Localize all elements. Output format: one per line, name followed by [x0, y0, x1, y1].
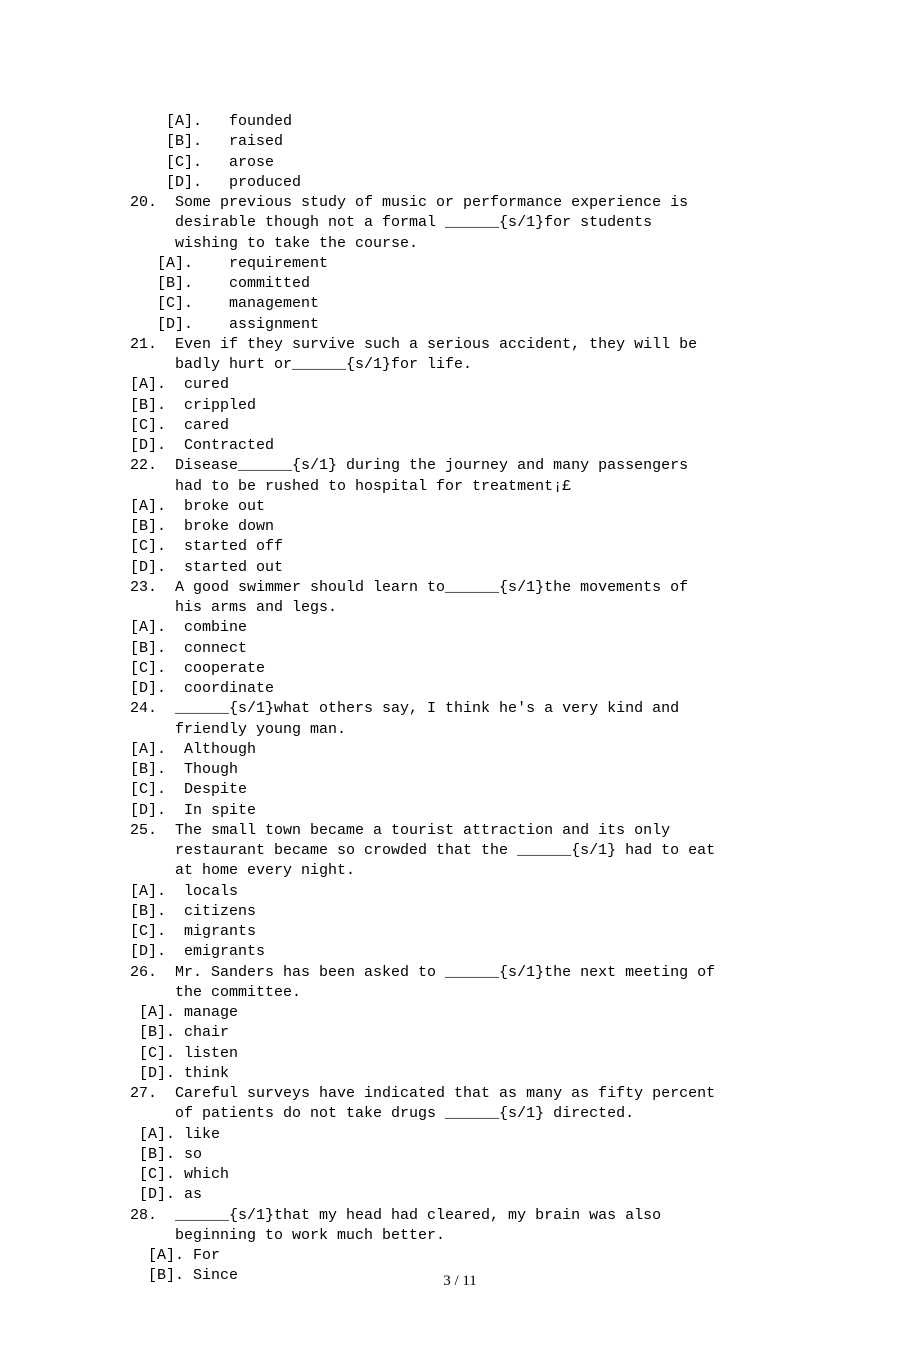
question-25-line3: at home every night. [130, 861, 790, 881]
option-c: [C]. cared [130, 416, 790, 436]
option-d: [D]. as [130, 1185, 790, 1205]
question-27-line1: 27. Careful surveys have indicated that … [130, 1084, 790, 1104]
option-b: [B]. crippled [130, 396, 790, 416]
option-b: [B]. committed [130, 274, 790, 294]
option-a: [A]. manage [130, 1003, 790, 1023]
option-b: [B]. so [130, 1145, 790, 1165]
option-d: [D]. emigrants [130, 942, 790, 962]
option-a: [A]. requirement [130, 254, 790, 274]
question-20-line3: wishing to take the course. [130, 234, 790, 254]
question-20-line2: desirable though not a formal ______{s/1… [130, 213, 790, 233]
question-28-line1: 28. ______{s/1}that my head had cleared,… [130, 1206, 790, 1226]
question-25-line2: restaurant became so crowded that the __… [130, 841, 790, 861]
page-number: 3 / 11 [0, 1271, 920, 1291]
question-24-line1: 24. ______{s/1}what others say, I think … [130, 699, 790, 719]
question-27-line2: of patients do not take drugs ______{s/1… [130, 1104, 790, 1124]
option-a: [A]. founded [130, 112, 790, 132]
option-d: [D]. think [130, 1064, 790, 1084]
option-c: [C]. cooperate [130, 659, 790, 679]
question-21-line2: badly hurt or______{s/1}for life. [130, 355, 790, 375]
option-b: [B]. raised [130, 132, 790, 152]
option-d: [D]. produced [130, 173, 790, 193]
question-24-line2: friendly young man. [130, 720, 790, 740]
question-23-line1: 23. A good swimmer should learn to______… [130, 578, 790, 598]
option-b: [B]. citizens [130, 902, 790, 922]
question-22-line1: 22. Disease______{s/1} during the journe… [130, 456, 790, 476]
question-23-line2: his arms and legs. [130, 598, 790, 618]
question-28-line2: beginning to work much better. [130, 1226, 790, 1246]
option-a: [A]. cured [130, 375, 790, 395]
option-a: [A]. like [130, 1125, 790, 1145]
question-21-line1: 21. Even if they survive such a serious … [130, 335, 790, 355]
option-a: [A]. locals [130, 882, 790, 902]
option-a: [A]. For [130, 1246, 790, 1266]
option-d: [D]. Contracted [130, 436, 790, 456]
option-b: [B]. connect [130, 639, 790, 659]
option-d: [D]. In spite [130, 801, 790, 821]
option-a: [A]. broke out [130, 497, 790, 517]
option-d: [D]. assignment [130, 315, 790, 335]
option-c: [C]. migrants [130, 922, 790, 942]
option-c: [C]. Despite [130, 780, 790, 800]
option-c: [C]. which [130, 1165, 790, 1185]
option-c: [C]. management [130, 294, 790, 314]
option-c: [C]. started off [130, 537, 790, 557]
question-25-line1: 25. The small town became a tourist attr… [130, 821, 790, 841]
question-22-line2: had to be rushed to hospital for treatme… [130, 477, 790, 497]
option-c: [C]. arose [130, 153, 790, 173]
option-a: [A]. Although [130, 740, 790, 760]
question-20-line1: 20. Some previous study of music or perf… [130, 193, 790, 213]
question-26-line1: 26. Mr. Sanders has been asked to ______… [130, 963, 790, 983]
option-a: [A]. combine [130, 618, 790, 638]
question-26-line2: the committee. [130, 983, 790, 1003]
option-c: [C]. listen [130, 1044, 790, 1064]
option-b: [B]. chair [130, 1023, 790, 1043]
option-d: [D]. coordinate [130, 679, 790, 699]
option-b: [B]. broke down [130, 517, 790, 537]
document-page: [A]. founded [B]. raised [C]. arose [D].… [0, 0, 920, 1347]
option-b: [B]. Though [130, 760, 790, 780]
option-d: [D]. started out [130, 558, 790, 578]
